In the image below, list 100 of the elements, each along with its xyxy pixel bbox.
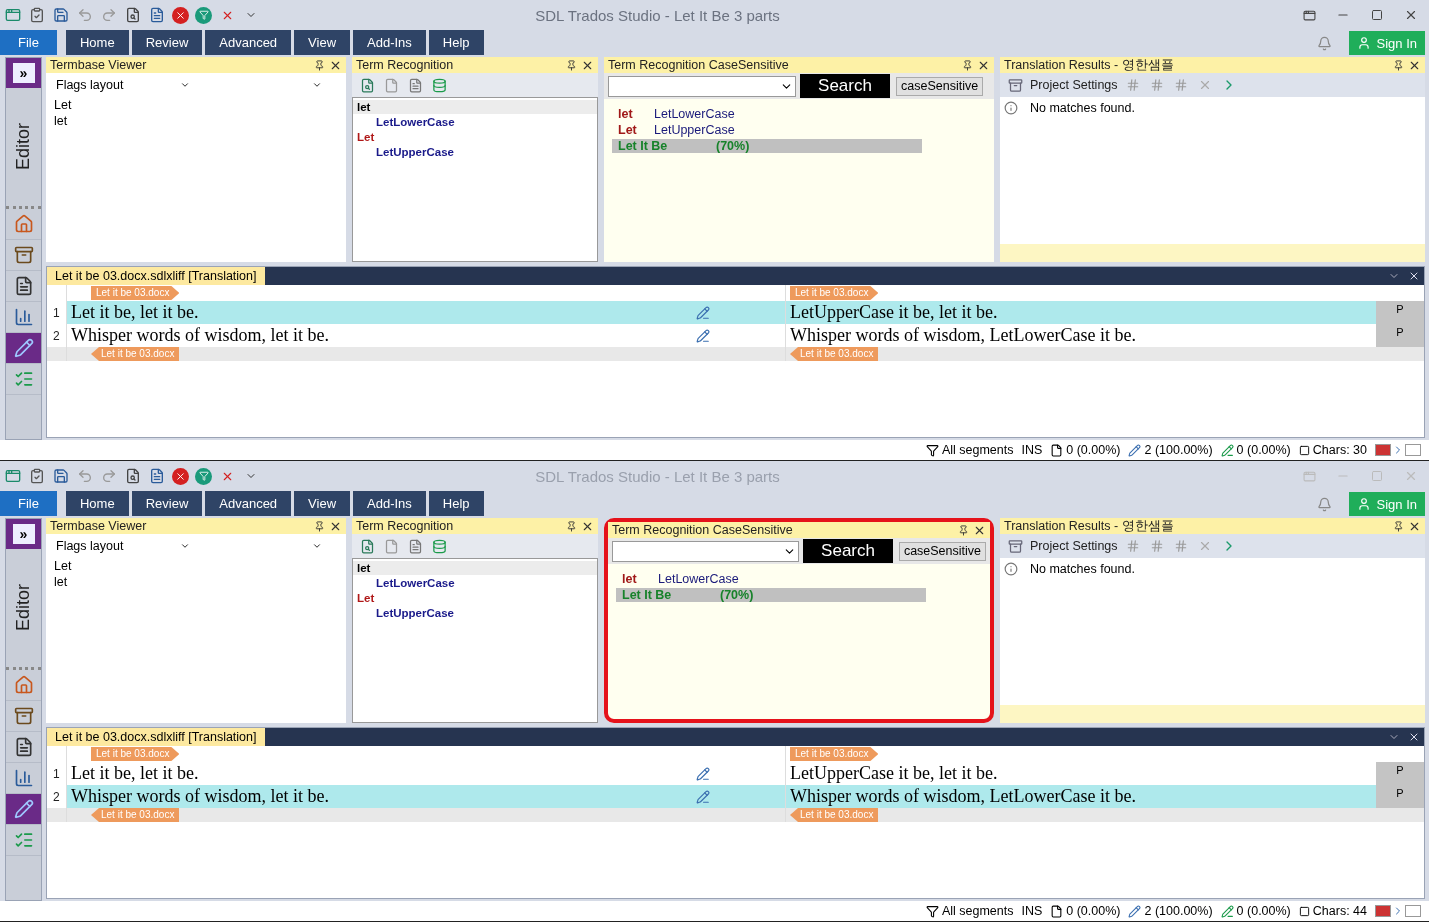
ribbon-tab[interactable]: Add-Ins <box>353 30 426 55</box>
document-tab[interactable]: Let it be 03.docx.sdlxliff [Translation] <box>47 728 265 746</box>
case-sensitive-button[interactable]: caseSensitive <box>896 76 984 96</box>
opening-tag: Let it be 03.docx <box>91 286 180 300</box>
segment-filter[interactable]: All segments <box>941 904 1014 918</box>
expand-button[interactable]: » <box>6 519 41 549</box>
term-entry[interactable]: Let <box>46 97 346 113</box>
term-entry[interactable]: let <box>46 113 346 129</box>
target-segment[interactable]: LetUpperCase it be, let it be. <box>786 302 998 323</box>
ribbon-tab[interactable]: View <box>294 491 351 516</box>
redo-icon[interactable] <box>100 6 118 24</box>
closing-tag: Let it be 03.docx <box>790 808 879 822</box>
target-segment[interactable]: Whisper words of wisdom, LetLowerCase it be. <box>786 325 1136 346</box>
pin-icon[interactable] <box>314 520 325 532</box>
pin-icon[interactable] <box>566 520 577 532</box>
undo-icon[interactable] <box>76 6 94 24</box>
user-icon <box>1356 497 1371 511</box>
opening-tag: Let it be 03.docx <box>91 747 180 761</box>
checklist-icon[interactable] <box>28 6 46 24</box>
bell-icon[interactable] <box>1316 36 1332 51</box>
panel-title: Translation Results - 영한샘플 <box>1004 56 1175 74</box>
close-icon[interactable] <box>1408 270 1420 282</box>
filter-icon[interactable] <box>195 6 212 24</box>
search-field[interactable] <box>608 75 796 97</box>
preview-icon[interactable] <box>124 6 142 24</box>
target-term[interactable]: LetLowerCase <box>353 114 597 130</box>
ribbon-tab[interactable]: Help <box>428 491 484 516</box>
bell-icon[interactable] <box>1316 497 1332 512</box>
window-title: SDL Trados Studio - Let It Be 3 parts <box>534 6 781 24</box>
preview-icon[interactable] <box>124 467 142 485</box>
ribbon-tab[interactable]: Review <box>131 491 203 516</box>
segment-filter[interactable]: All segments <box>941 443 1014 457</box>
database-icon[interactable] <box>430 76 448 94</box>
database-icon[interactable] <box>430 537 448 555</box>
ribbon-tab[interactable]: Home <box>65 491 129 516</box>
search-button[interactable]: Search <box>803 539 893 563</box>
target-segment[interactable]: LetUpperCase it be, let it be. <box>786 763 998 784</box>
target-term[interactable]: LetUpperCase <box>353 144 597 160</box>
ribbon-tab[interactable]: Help <box>428 30 484 55</box>
target-cell[interactable]: LetUpperCase it be, let it be. <box>786 301 1376 324</box>
source-segment[interactable]: Whisper words of wisdom, let it be. <box>67 786 329 807</box>
info-icon <box>1004 562 1018 576</box>
source-segment[interactable]: Let it be, let it be. <box>67 302 199 323</box>
edit-icon <box>696 789 710 804</box>
document-icon[interactable] <box>148 6 166 24</box>
pencil-icon[interactable] <box>6 333 41 364</box>
checklist-icon[interactable] <box>28 467 46 485</box>
source-segment[interactable]: Whisper words of wisdom, let it be. <box>67 325 329 346</box>
stop-icon[interactable] <box>172 467 189 485</box>
term-entry[interactable]: let <box>46 574 346 590</box>
ribbon-tab[interactable]: Home <box>65 30 129 55</box>
stop-icon[interactable] <box>172 6 189 24</box>
search-button[interactable]: Search <box>800 74 890 98</box>
expand-button[interactable]: » <box>6 58 41 88</box>
term-entry[interactable]: Let <box>46 558 346 574</box>
app-icon[interactable] <box>4 6 22 24</box>
source-term[interactable]: let <box>353 100 597 114</box>
translated-icon <box>1220 904 1234 918</box>
pencil-icon[interactable] <box>6 794 41 825</box>
pin-icon[interactable] <box>314 59 325 71</box>
ribbon-tab[interactable]: Advanced <box>205 491 292 516</box>
undo-icon[interactable] <box>76 467 94 485</box>
redo-icon[interactable] <box>100 467 118 485</box>
target-term[interactable]: LetLowerCase <box>353 575 597 591</box>
draft-count: 2 (100.00%) <box>1144 904 1213 918</box>
project-settings-button[interactable]: Project Settings <box>1030 78 1118 92</box>
source-cell[interactable]: Whisper words of wisdom, let it be. <box>67 785 692 808</box>
target-segment[interactable]: Whisper words of wisdom, LetLowerCase it be. <box>786 786 1136 807</box>
pin-icon[interactable] <box>1393 59 1404 71</box>
ribbon-tab[interactable]: View <box>294 30 351 55</box>
ribbon-tab[interactable]: Review <box>131 30 203 55</box>
source-term: let <box>618 107 634 121</box>
project-settings-button[interactable]: Project Settings <box>1030 539 1118 553</box>
file-tab[interactable]: File <box>0 491 57 516</box>
source-segment[interactable]: Let it be, let it be. <box>67 763 199 784</box>
document-icon[interactable] <box>148 467 166 485</box>
search-field[interactable] <box>612 540 800 562</box>
app-icon[interactable] <box>4 467 22 485</box>
ribbon-tab[interactable]: Add-Ins <box>353 491 426 516</box>
source-term[interactable]: let <box>353 561 597 575</box>
source-term: Let <box>618 123 638 137</box>
close-icon[interactable] <box>1408 731 1420 743</box>
source-term[interactable]: Let <box>353 130 597 144</box>
ribbon-tab[interactable]: Advanced <box>205 30 292 55</box>
save-icon[interactable] <box>52 6 70 24</box>
pin-icon[interactable] <box>958 524 969 536</box>
file-tab[interactable]: File <box>0 30 57 55</box>
source-cell[interactable]: Let it be, let it be. <box>67 301 692 324</box>
filter-icon[interactable] <box>195 467 212 485</box>
case-sensitive-button[interactable]: caseSensitive <box>898 541 986 561</box>
target-term[interactable]: LetUpperCase <box>353 605 597 621</box>
caret-icon <box>180 541 190 551</box>
pin-icon[interactable] <box>962 59 973 71</box>
pin-icon[interactable] <box>566 59 577 71</box>
target-cell[interactable]: Whisper words of wisdom, LetLowerCase it be. <box>786 785 1376 808</box>
source-term[interactable]: Let <box>353 591 597 605</box>
document-tab[interactable]: Let it be 03.docx.sdlxliff [Translation] <box>47 267 265 285</box>
insert-mode: INS <box>1021 443 1043 457</box>
save-icon[interactable] <box>52 467 70 485</box>
pin-icon[interactable] <box>1393 520 1404 532</box>
